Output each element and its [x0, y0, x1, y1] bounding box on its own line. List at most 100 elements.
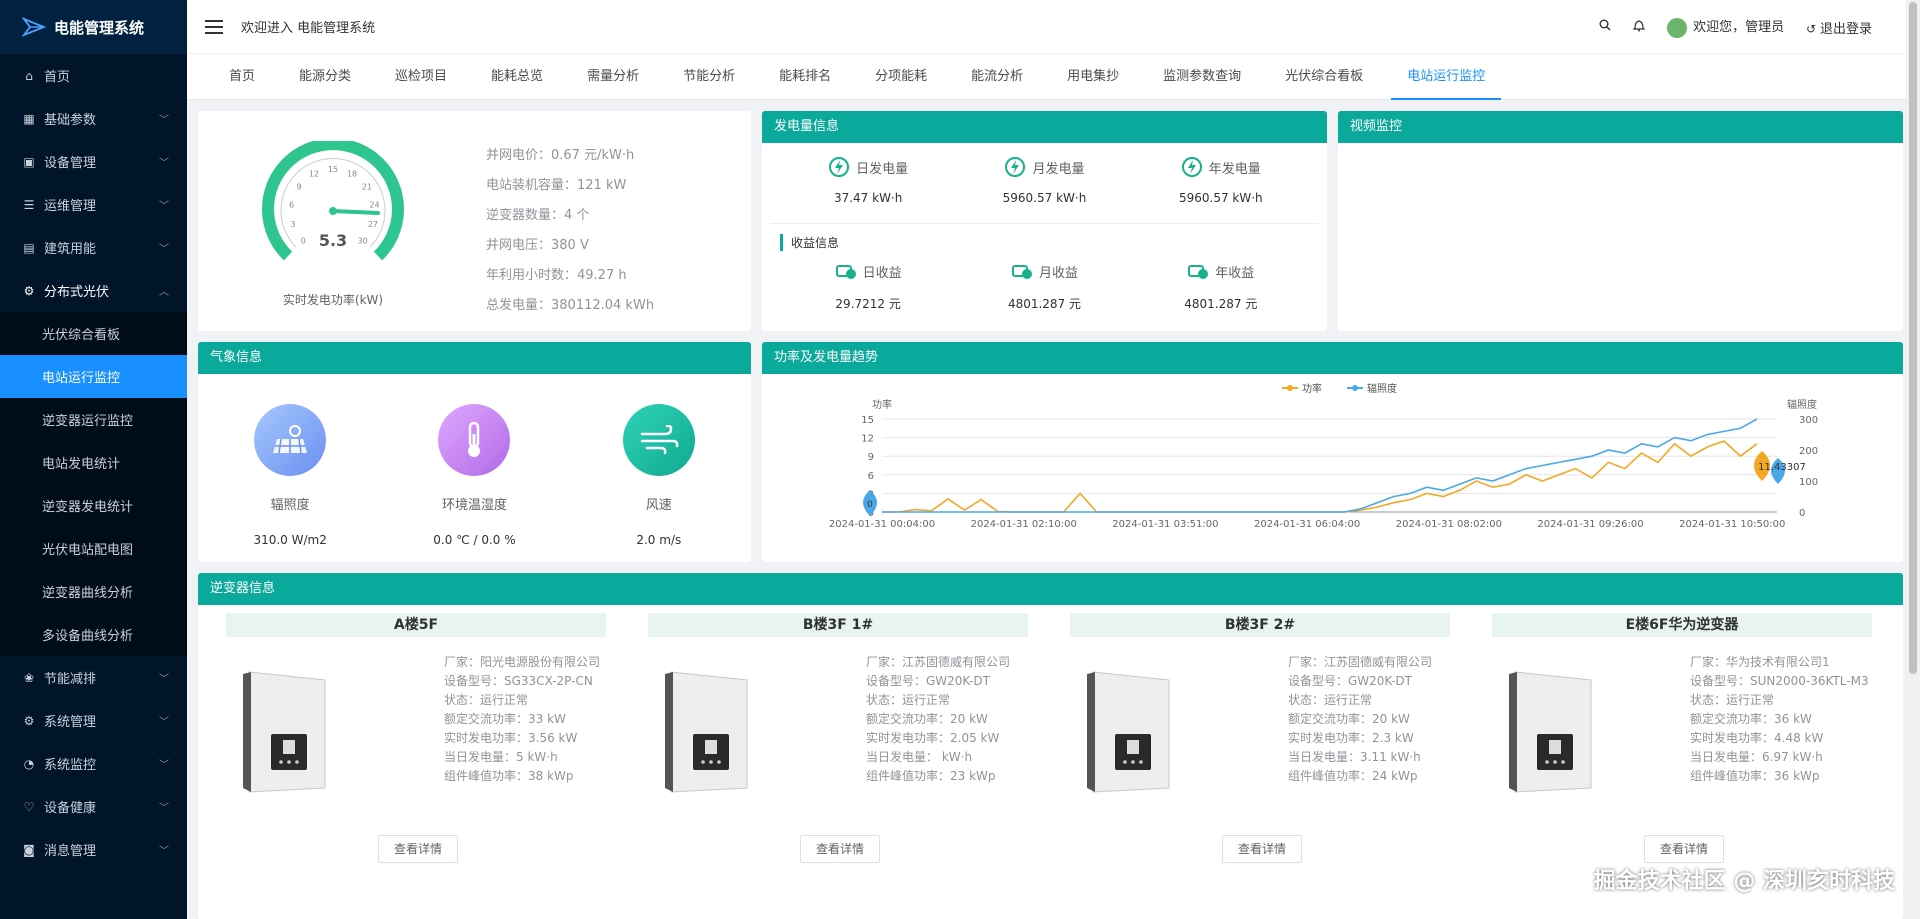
inverter-info-line: 组件峰值功率：38 kWp: [444, 769, 574, 783]
submenu-item[interactable]: 光伏综合看板: [0, 312, 187, 355]
submenu-item[interactable]: 电站运行监控: [0, 355, 187, 398]
inverter-name: E楼6F华为逆变器: [1492, 613, 1872, 637]
income-label: 年收益: [1215, 265, 1255, 281]
weather-label: 风速: [645, 498, 672, 513]
tab-item[interactable]: 监测参数查询: [1141, 54, 1263, 100]
sidebar-item-leaf[interactable]: ❀ 节能减排 ﹀: [0, 656, 187, 699]
sidebar-item-label: 建筑用能: [44, 242, 97, 257]
home-icon: ⌂: [25, 68, 33, 83]
legend-dot: [1287, 385, 1293, 391]
chevron-up-icon: ︿: [159, 287, 169, 298]
inverter-info-line: 实时发电功率：3.56 kW: [444, 731, 578, 745]
bell-icon[interactable]: [1632, 19, 1646, 36]
inverter-info: 厂家：江苏固德威有限公司 设备型号：GW20K-DT 状态：运行正常 额定交流功率：2…: [866, 653, 1010, 786]
submenu-item[interactable]: 光伏电站配电图: [0, 527, 187, 570]
tab-item[interactable]: 能耗总览: [469, 54, 565, 100]
gauge-tick-label: 9: [296, 182, 301, 191]
inverter-info-line: 状态：运行正常: [1288, 693, 1373, 707]
sidebar-item-label: 分布式光伏: [44, 285, 110, 300]
legend-label[interactable]: 功率: [1302, 382, 1322, 395]
sidebar-item-gear[interactable]: ⚙ 系统管理 ﹀: [0, 699, 187, 742]
menu-toggle-icon[interactable]: [205, 19, 223, 34]
tab-item[interactable]: 需量分析: [565, 54, 661, 100]
tab-item[interactable]: 用电集抄: [1045, 54, 1141, 100]
header-welcome: 欢迎进入 电能管理系统: [241, 21, 376, 36]
sidebar-item-list[interactable]: ☰ 运维管理 ﹀: [0, 183, 187, 226]
user-greeting: 欢迎您，管理员: [1693, 20, 1785, 36]
tab-item[interactable]: 首页: [207, 54, 277, 100]
logout-button[interactable]: ↺ 退出登录: [1806, 18, 1872, 37]
submenu-item[interactable]: 逆变器发电统计: [0, 484, 187, 527]
inverter-info-line: 当日发电量：5 kW·h: [444, 750, 558, 764]
inverter-info-line: 状态：运行正常: [866, 693, 951, 707]
marker-label: 0: [867, 500, 873, 510]
chevron-down-icon: ﹀: [159, 760, 169, 771]
income-label: 月收益: [1038, 265, 1078, 281]
sidebar-item-label: 运维管理: [44, 199, 97, 214]
inverter-name: A楼5F: [226, 613, 606, 637]
page-scrollbar[interactable]: [1906, 0, 1920, 919]
sidebar-item-building[interactable]: ▤ 建筑用能 ﹀: [0, 226, 187, 269]
inverter-info-line: 状态：运行正常: [444, 693, 529, 707]
gauge-tick-label: 3: [291, 220, 296, 229]
tab-item[interactable]: 能源分类: [277, 54, 373, 100]
sidebar-item-health[interactable]: ♡ 设备健康 ﹀: [0, 785, 187, 828]
legend-label[interactable]: 辐照度: [1367, 382, 1397, 395]
view-detail-button[interactable]: 查看详情: [1222, 835, 1302, 863]
tab-item[interactable]: 分项能耗: [853, 54, 949, 100]
sidebar-item-grid[interactable]: ▦ 基础参数 ﹀: [0, 97, 187, 140]
view-detail-button[interactable]: 查看详情: [1644, 835, 1724, 863]
sidebar-item-device[interactable]: ▣ 设备管理 ﹀: [0, 140, 187, 183]
view-detail-button[interactable]: 查看详情: [800, 835, 880, 863]
tab-item[interactable]: 巡检项目: [373, 54, 469, 100]
inverter-info-line: 额定交流功率：36 kW: [1690, 712, 1812, 726]
sidebar-item-monitor[interactable]: ◔ 系统监控 ﹀: [0, 742, 187, 785]
inverter-info-line: 实时发电功率：2.3 kW: [1288, 731, 1414, 745]
generation-value: 37.47 kW·h: [833, 191, 903, 205]
station-info-item: 并网电价：0.67 元/kW·h: [486, 148, 635, 163]
inverter-info-line: 当日发电量： kW·h: [866, 750, 973, 764]
weather-value: 2.0 m/s: [636, 533, 682, 547]
submenu-item[interactable]: 多设备曲线分析: [0, 613, 187, 656]
monitor-icon: ◔: [23, 756, 35, 771]
sidebar-item-label: 系统监控: [44, 758, 97, 773]
trend-title: 功率及发电量趋势: [762, 342, 1903, 374]
inverter-info: 厂家：阳光电源股份有限公司 设备型号：SG33CX-2P-CN 状态：运行正常 额定交…: [444, 653, 600, 786]
generation-value: 5960.57 kW·h: [1178, 191, 1263, 205]
app-logo: 电能管理系统: [0, 0, 187, 54]
sidebar-item-solar[interactable]: ⚙ 分布式光伏 ︿: [0, 269, 187, 312]
sidebar-item-message[interactable]: ◙ 消息管理 ﹀: [0, 828, 187, 871]
inverter-info-line: 设备型号：SUN2000-36KTL-M3: [1690, 674, 1869, 688]
submenu-item[interactable]: 逆变器曲线分析: [0, 570, 187, 613]
x-tick-label: 2024-01-31 06:04:00: [1254, 519, 1360, 530]
tab-item[interactable]: 节能分析: [661, 54, 757, 100]
y2-axis-title: 辐照度: [1787, 398, 1817, 411]
sidebar-item-home[interactable]: ⌂ 首页: [0, 54, 187, 97]
x-tick-label: 2024-01-31 08:02:00: [1396, 519, 1502, 530]
user-menu[interactable]: 欢迎您，管理员: [1667, 16, 1784, 38]
weather-value: 310.0 W/m2: [253, 533, 327, 547]
inverter-panel: B楼3F 2# 厂家：江苏固德威有限公司 设备型号：GW20K-DT 状态：运行正常额…: [1070, 613, 1450, 873]
inverter-info-line: 厂家：江苏固德威有限公司: [866, 655, 1011, 669]
chevron-down-icon: ﹀: [159, 158, 169, 169]
sidebar-item-label: 消息管理: [44, 844, 97, 859]
submenu-item[interactable]: 电站发电统计: [0, 441, 187, 484]
station-info-item: 并网电压：380 V: [486, 238, 589, 253]
tab-item[interactable]: 电站运行监控: [1385, 54, 1507, 100]
tab-item[interactable]: 能耗排名: [757, 54, 853, 100]
tab-item[interactable]: 能流分析: [949, 54, 1045, 100]
inverter-info-line: 设备型号：SG33CX-2P-CN: [444, 674, 593, 688]
money-icon: [835, 265, 856, 279]
x-tick-label: 2024-01-31 10:50:00: [1679, 519, 1785, 530]
solar-icon: ⚙: [23, 283, 35, 298]
search-icon[interactable]: [1599, 19, 1611, 35]
power-gauge: 0 3 6 9 12 15 18 21 24 27 30 5.3: [258, 138, 408, 271]
inverter-image: [1085, 668, 1175, 793]
generation-label: 年发电量: [1208, 161, 1261, 177]
watermark: 掘金技术社区 @ 深圳亥时科技: [1593, 869, 1895, 894]
view-detail-button[interactable]: 查看详情: [378, 835, 458, 863]
submenu-item[interactable]: 逆变器运行监控: [0, 398, 187, 441]
income-value: 4801.287 元: [1184, 297, 1258, 311]
tab-item[interactable]: 光伏综合看板: [1263, 54, 1385, 100]
y-tick-label: 15: [861, 415, 874, 426]
